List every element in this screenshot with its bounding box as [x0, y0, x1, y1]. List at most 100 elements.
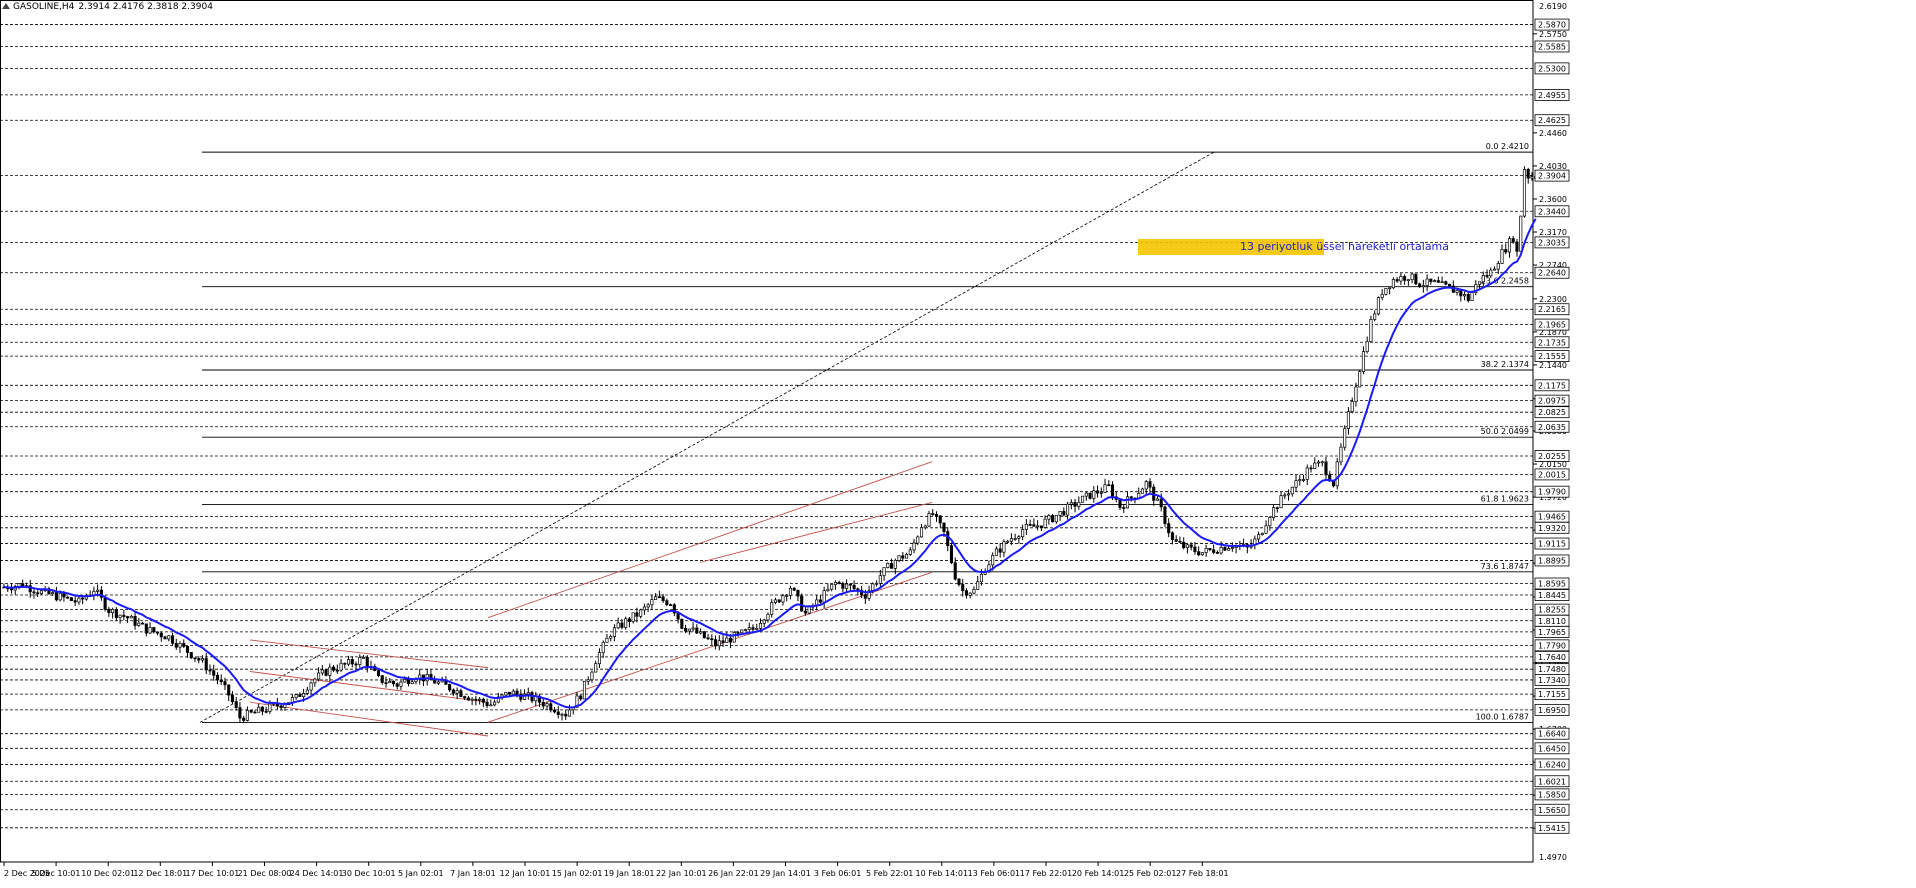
candle	[1410, 273, 1414, 284]
candle-body	[283, 704, 287, 708]
candle	[1399, 272, 1403, 286]
candle-body	[1481, 275, 1485, 283]
fib-level-label: 61.8 1.9623	[1481, 495, 1529, 504]
candle	[1343, 425, 1347, 451]
candle	[1223, 546, 1227, 551]
ohlc-values: 2.3914 2.4176 2.3818 2.3904	[78, 2, 213, 12]
candle	[466, 695, 470, 701]
candle	[212, 664, 216, 681]
candle	[1433, 279, 1437, 283]
candle-body	[680, 618, 684, 629]
candle-body	[1425, 278, 1429, 286]
candle	[571, 707, 575, 715]
candle	[343, 662, 347, 669]
candle-body	[155, 631, 160, 634]
candle-body	[545, 703, 549, 707]
candle	[946, 527, 950, 552]
candle-body	[51, 592, 55, 595]
candle-body	[1189, 544, 1193, 548]
candle-body	[1440, 281, 1444, 284]
candle	[631, 612, 635, 624]
candle	[1324, 456, 1328, 480]
candle-body	[96, 589, 100, 592]
candle-body	[1107, 484, 1111, 487]
candle	[1039, 525, 1043, 532]
candle	[365, 655, 369, 673]
candle	[1380, 289, 1384, 301]
price-tick-label: 2.2300	[1539, 295, 1567, 304]
candle-body	[1455, 290, 1459, 293]
candle-body	[702, 631, 706, 639]
price-level-label: 1.8445	[1538, 591, 1566, 600]
candle-body	[399, 681, 403, 687]
candle	[1361, 346, 1365, 375]
candle	[908, 546, 912, 556]
candle-body	[1144, 481, 1148, 490]
candle	[1163, 505, 1167, 527]
candle-body	[485, 702, 489, 706]
candle	[493, 699, 497, 707]
candle-body	[800, 595, 804, 612]
candle-body	[1414, 273, 1418, 285]
candle	[1167, 518, 1171, 538]
time-tick-label: 7 Jan 18:01	[450, 869, 496, 878]
candle	[1268, 516, 1272, 531]
candle	[1148, 478, 1152, 494]
candle-body	[470, 698, 474, 701]
candle	[126, 615, 130, 623]
time-tick-label: 10 Feb 14:01	[916, 869, 968, 878]
candle	[1346, 407, 1351, 435]
candle-body	[1118, 499, 1122, 508]
candle-body	[758, 623, 763, 629]
candle	[73, 596, 77, 607]
candle	[1182, 537, 1186, 550]
candle	[1279, 491, 1283, 509]
candle-body	[410, 681, 414, 684]
candle	[837, 580, 841, 585]
candle-body	[1410, 273, 1414, 281]
candle-body	[1129, 496, 1133, 499]
time-tick-label: 5 Dec 10:01	[32, 869, 81, 878]
price-level-label: 1.6021	[1538, 777, 1566, 786]
candle	[1197, 546, 1201, 557]
candle-body	[200, 658, 205, 661]
candle-body	[1159, 498, 1163, 508]
time-tick-label: 20 Feb 14:01	[1072, 869, 1124, 878]
candle-body	[163, 636, 167, 640]
chart-window[interactable]: 0.0 2.4210 23.6 2.2458 38.2 2.1374 50.0 2.0…	[0, 0, 1916, 888]
price-level-label: 2.3440	[1538, 207, 1566, 216]
candle-body	[182, 642, 186, 647]
candle-body	[1436, 280, 1440, 283]
candle-body	[616, 622, 620, 629]
candle	[549, 700, 553, 713]
candle	[1522, 166, 1527, 218]
candle-body	[1170, 532, 1174, 541]
candle-body	[455, 690, 459, 694]
candle-body	[1324, 461, 1328, 476]
time-tick-label: 27 Feb 18:01	[1176, 869, 1228, 878]
candle-body	[478, 698, 482, 701]
candle	[1301, 474, 1306, 483]
candle-body	[249, 710, 253, 713]
candle-body	[1140, 488, 1145, 494]
candle	[298, 692, 302, 698]
candle-body	[654, 596, 658, 600]
candle-body	[912, 542, 916, 551]
candle-body	[39, 590, 44, 595]
candle	[1178, 536, 1182, 544]
time-tick-label: 21 Dec 08:00	[238, 869, 292, 878]
price-level-label: 1.9465	[1538, 513, 1566, 522]
candle	[1002, 539, 1006, 558]
candle	[1107, 480, 1111, 487]
candle-body	[32, 591, 36, 594]
candle-body	[923, 525, 927, 529]
candle	[399, 680, 403, 690]
candle	[919, 523, 924, 538]
candle-body	[1388, 287, 1392, 290]
candle	[170, 632, 175, 646]
candle	[579, 694, 583, 701]
price-chart[interactable]: 0.0 2.421023.6 2.245838.2 2.137450.0 2.0…	[0, 0, 1916, 888]
fib-level-label: 73.6 1.8747	[1481, 562, 1529, 571]
candle-body	[579, 695, 583, 700]
candle	[1455, 289, 1459, 296]
